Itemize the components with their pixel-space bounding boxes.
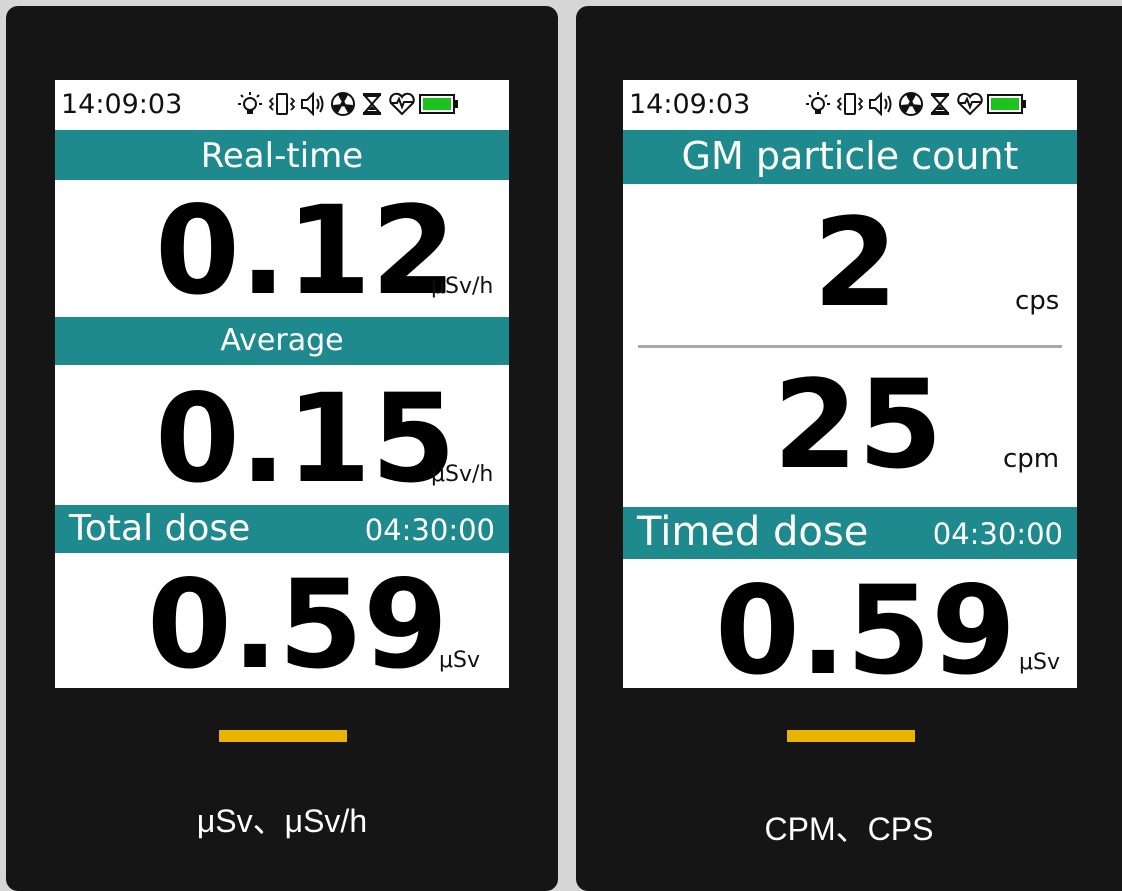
radiation-icon [329, 91, 357, 117]
speaker-icon [867, 91, 895, 117]
gm-count-header: GM particle count [623, 130, 1077, 184]
light-bulb-icon [235, 91, 265, 117]
heart-pulse-icon [955, 91, 985, 117]
total-dose-timer: 04:30:00 [364, 513, 495, 547]
vibrate-icon [835, 91, 865, 117]
timed-dose-label: Timed dose [637, 509, 869, 555]
status-icons [235, 91, 459, 117]
divider [638, 345, 1062, 348]
hourglass-icon [927, 91, 953, 117]
speaker-icon [299, 91, 327, 117]
heart-pulse-icon [387, 91, 417, 117]
status-bar: 14:09:03 [623, 80, 1077, 130]
caption: μSv、μSv/h [196, 803, 368, 839]
radiation-icon [897, 91, 925, 117]
average-label: Average [220, 323, 344, 358]
total-dose-value: 0.59 [147, 554, 449, 688]
status-bar: 14:09:03 [55, 80, 509, 130]
cps-value: 2 [813, 192, 898, 334]
device-panel-dose: 14:09:03 Real-time 0.12 μSv/h Average 0.… [6, 6, 558, 891]
device-screen: 14:09:03 GM particle count 2 cps 25 cpm … [623, 80, 1077, 688]
average-value: 0.15 [155, 368, 457, 510]
accent-bar [219, 730, 347, 742]
device-panel-count: 14:09:03 GM particle count 2 cps 25 cpm … [576, 6, 1122, 891]
cpm-value: 25 [773, 354, 943, 496]
cpm-unit: cpm [1003, 444, 1060, 474]
realtime-unit: μSv/h [431, 274, 494, 299]
average-header: Average [55, 317, 509, 365]
clock: 14:09:03 [629, 89, 751, 120]
timed-dose-value: 0.59 [715, 560, 1017, 688]
realtime-label: Real-time [200, 136, 364, 176]
cps-unit: cps [1015, 286, 1060, 316]
device-screen: 14:09:03 Real-time 0.12 μSv/h Average 0.… [55, 80, 509, 688]
total-dose-label: Total dose [69, 508, 251, 549]
timed-dose-timer: 04:30:00 [932, 517, 1063, 551]
average-unit: μSv/h [431, 462, 494, 487]
total-dose-unit: μSv [439, 648, 480, 673]
hourglass-icon [359, 91, 385, 117]
timed-dose-unit: μSv [1019, 650, 1060, 675]
light-bulb-icon [803, 91, 833, 117]
realtime-header: Real-time [55, 130, 509, 180]
realtime-value: 0.12 [155, 180, 457, 322]
battery-full-icon [987, 91, 1027, 117]
status-icons [803, 91, 1027, 117]
gm-count-label: GM particle count [681, 134, 1019, 178]
clock: 14:09:03 [61, 89, 183, 120]
accent-bar [787, 730, 915, 742]
battery-full-icon [419, 91, 459, 117]
vibrate-icon [267, 91, 297, 117]
total-dose-header: Total dose 04:30:00 [55, 505, 509, 553]
timed-dose-header: Timed dose 04:30:00 [623, 507, 1077, 559]
caption: CPM、CPS [764, 811, 934, 847]
